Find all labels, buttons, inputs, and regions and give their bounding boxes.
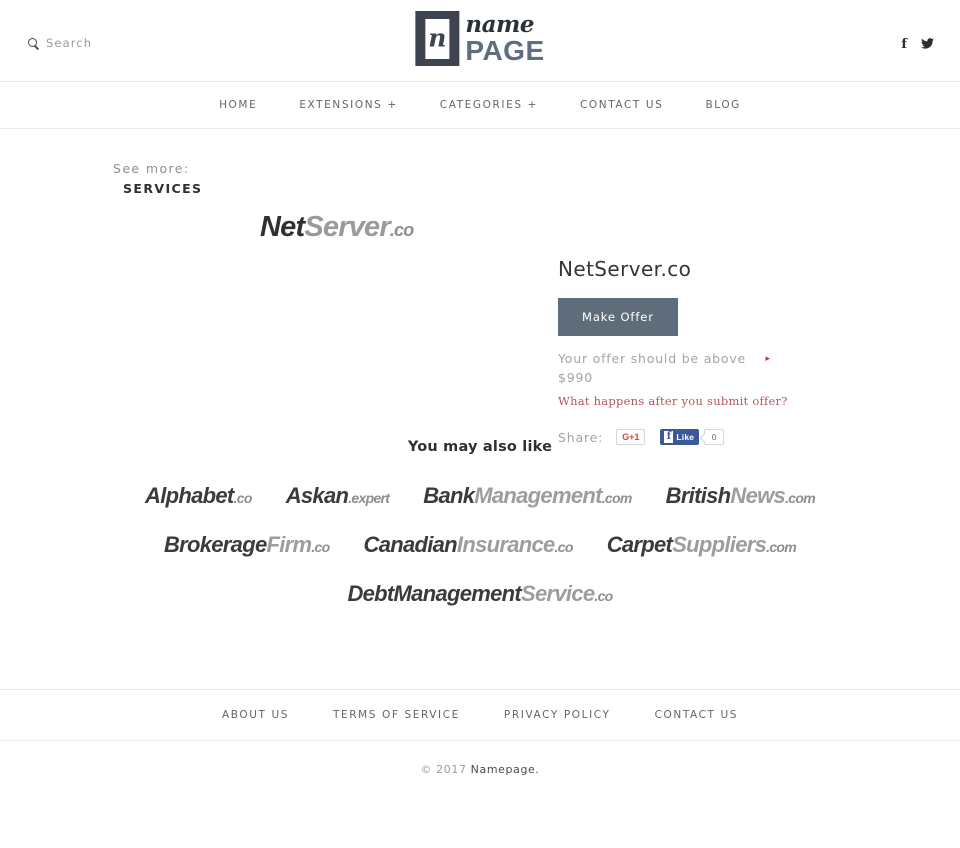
see-more-category-link[interactable]: SERVICES [113,179,202,199]
domain-hero-secondary: Server [304,211,390,243]
twitter-icon[interactable] [921,37,934,51]
related-domain-debtmanagementservice[interactable]: DebtManagementService.co [330,581,629,607]
primary-nav: HOME EXTENSIONS + CATEGORIES + CONTACT U… [0,82,960,129]
copyright-year: © 2017 [420,763,471,776]
copyright-brand: Namepage. [470,763,540,776]
nav-item-home[interactable]: HOME [198,99,278,111]
footer-nav: ABOUT US TERMS OF SERVICE PRIVACY POLICY… [0,689,960,741]
see-more-block: See more: SERVICES [113,159,202,199]
domain-hero-tld: .co [389,220,414,240]
offer-minimum-price: $990 [558,370,594,385]
chevron-right-icon: ▸ [765,353,770,363]
logo-n-letter: n [428,23,447,52]
also-like-row-2: BrokerageFirm.co CanadianInsurance.co Ca… [0,532,960,558]
related-domain-canadianinsurance[interactable]: CanadianInsurance.co [347,532,590,558]
logo-name-text: name [465,11,534,38]
footer-link-terms-of-service[interactable]: TERMS OF SERVICE [311,709,482,721]
related-domain-carpetsuppliers[interactable]: CarpetSuppliers.com [590,532,813,558]
make-offer-button[interactable]: Make Offer [558,298,678,336]
offer-faq-link[interactable]: What happens after you submit offer? [558,394,788,408]
related-domain-brokeragefirm[interactable]: BrokerageFirm.co [147,532,347,558]
offer-minimum-row: Your offer should be above ▸ [558,351,770,366]
logo-mark-icon: n [415,11,460,66]
nav-item-extensions[interactable]: EXTENSIONS + [278,99,418,111]
site-logo[interactable]: n name PAGE [415,11,544,66]
search-trigger[interactable]: Search [28,36,92,50]
related-domain-britishnews[interactable]: BritishNews.com [649,483,832,509]
related-domain-askan[interactable]: Askan.expert [269,483,407,509]
footer-link-privacy-policy[interactable]: PRIVACY POLICY [482,709,633,721]
footer-link-contact-us[interactable]: CONTACT US [633,709,760,721]
nav-item-contact-us[interactable]: CONTACT US [559,99,684,111]
also-like-heading: You may also like [407,439,553,455]
offer-panel: NetServer.co Make Offer Your offer shoul… [558,257,898,445]
nav-item-blog[interactable]: BLOG [684,99,761,111]
main-content: See more: SERVICES NetServer.co NetServe… [0,129,960,689]
facebook-icon[interactable]: f [901,38,907,51]
logo-page-text: PAGE [465,35,545,66]
also-like-section: You may also like Alphabet.co Askan.expe… [0,439,960,607]
related-domain-bankmanagement[interactable]: BankManagement.com [406,483,648,509]
offer-minimum-label: Your offer should be above [558,351,747,366]
also-like-row-3: DebtManagementService.co [0,581,960,607]
nav-item-categories[interactable]: CATEGORIES + [419,99,559,111]
copyright-notice: © 2017 Namepage. [0,741,960,776]
search-icon [28,37,39,49]
see-more-label: See more: [113,161,190,176]
search-label: Search [46,36,93,50]
domain-hero-primary: Net [260,211,305,243]
header-social-links: f [901,37,934,51]
page-title: NetServer.co [558,257,692,281]
domain-hero-logo: NetServer.co [260,211,414,244]
related-domain-alphabet[interactable]: Alphabet.co [128,483,269,509]
footer-link-about-us[interactable]: ABOUT US [200,709,311,721]
logo-wordmark: name PAGE [465,13,544,65]
site-header: Search n name PAGE f [0,0,960,82]
also-like-row-1: Alphabet.co Askan.expert BankManagement.… [0,483,960,509]
